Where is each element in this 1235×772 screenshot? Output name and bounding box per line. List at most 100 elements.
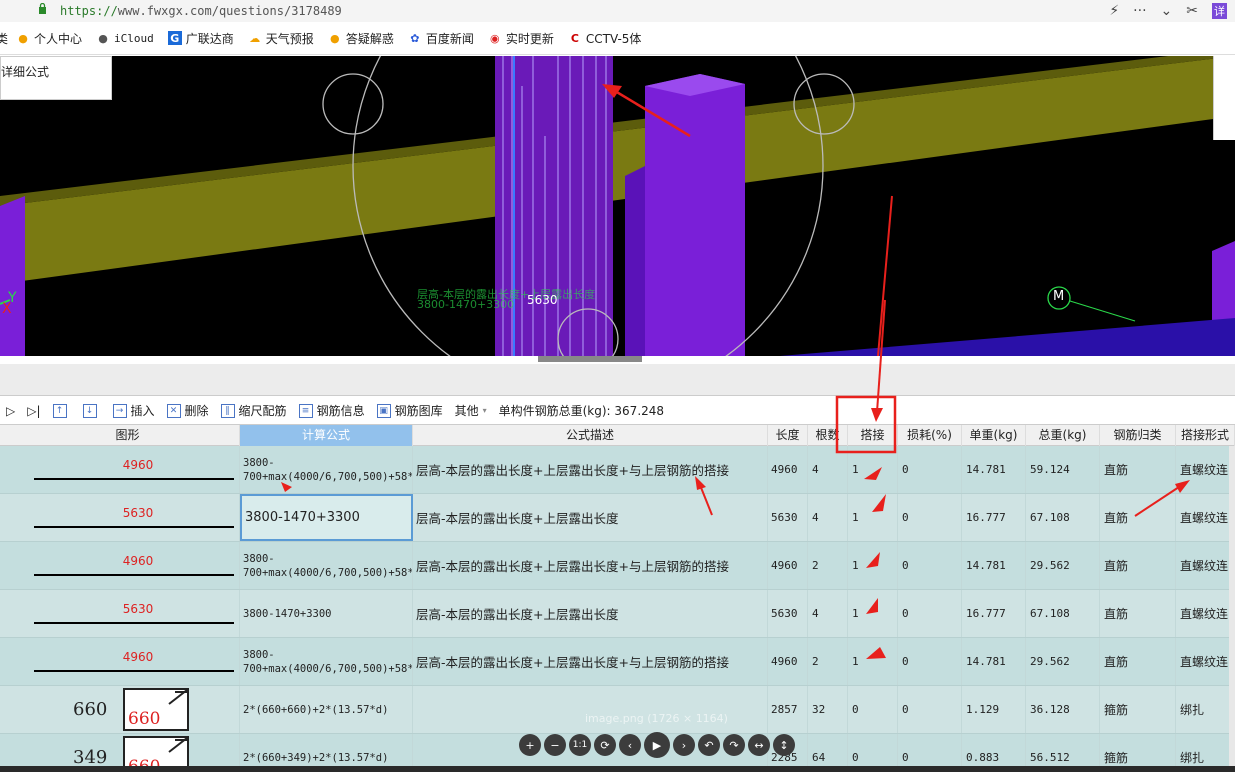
delete-button[interactable]: ✕ 删除: [166, 402, 209, 419]
detail-icon[interactable]: 详: [1212, 3, 1227, 19]
rotate-right-button[interactable]: ↷: [723, 734, 745, 756]
formula-cell[interactable]: 2*(660+660)+2*(13.57*d): [240, 686, 413, 733]
next-record-button[interactable]: ▷: [6, 404, 15, 418]
count-cell[interactable]: 4: [808, 446, 848, 493]
col-count[interactable]: 根数: [808, 425, 848, 446]
bookmark-item[interactable]: ☁ 天气预报: [248, 30, 314, 47]
formula-cell[interactable]: 3800-700+max(4000/6,700,500)+58*20: [240, 446, 413, 493]
scale-rebar-button[interactable]: ‖ 缩尺配筋: [220, 402, 287, 419]
lap-type-cell[interactable]: 直螺纹连: [1176, 446, 1235, 493]
zoom-out-button[interactable]: −: [544, 734, 566, 756]
lap-cell[interactable]: 1: [848, 590, 898, 637]
next-button[interactable]: ›: [673, 734, 695, 756]
shape-cell[interactable]: 4960: [16, 542, 240, 589]
bookmark-item[interactable]: G 广联达商: [167, 30, 234, 47]
loss-cell[interactable]: 0: [898, 590, 962, 637]
category-cell[interactable]: 直筋: [1100, 590, 1176, 637]
more-icon[interactable]: ···: [1133, 3, 1146, 19]
col-length[interactable]: 长度: [768, 425, 808, 446]
formula-cell[interactable]: 3800-1470+3300: [240, 590, 413, 637]
desc-cell[interactable]: 层高-本层的露出长度+上层露出长度+与上层钢筋的搭接: [413, 542, 768, 589]
formula-detail-panel[interactable]: 详细公式: [0, 56, 112, 100]
bookmark-item[interactable]: ● 答疑解惑: [328, 30, 394, 47]
table-row[interactable]: 4960 3800-700+max(4000/6,700,500)+58*20 …: [0, 446, 1235, 494]
bookmark-item[interactable]: ◉ 实时更新: [488, 30, 554, 47]
col-unit-weight[interactable]: 单重(kg): [962, 425, 1026, 446]
formula-cell[interactable]: 3800-700+max(4000/6,700,500)+58*20: [240, 638, 413, 685]
length-cell[interactable]: 2857: [768, 686, 808, 733]
total-weight-cell[interactable]: 67.108: [1026, 590, 1100, 637]
side-tool-panel[interactable]: [1213, 56, 1235, 140]
desc-cell[interactable]: 层高-本层的露出长度+上层露出长度: [413, 590, 768, 637]
unit-weight-cell[interactable]: 14.781: [962, 446, 1026, 493]
table-row[interactable]: 660 660 2*(660+660)+2*(13.57*d) 2857 32 …: [0, 686, 1235, 734]
bookmark-prefix[interactable]: 类: [0, 30, 8, 47]
vertical-scrollbar[interactable]: [1229, 446, 1235, 772]
lap-type-cell[interactable]: 直螺纹连: [1176, 638, 1235, 685]
loss-cell[interactable]: 0: [898, 686, 962, 733]
shape-cell[interactable]: 5630: [16, 494, 240, 541]
lap-cell[interactable]: 1: [848, 446, 898, 493]
flip-vertical-button[interactable]: ↕: [773, 734, 795, 756]
flip-horizontal-button[interactable]: ↔: [748, 734, 770, 756]
shape-cell[interactable]: 5630: [16, 590, 240, 637]
total-weight-cell[interactable]: 36.128: [1026, 686, 1100, 733]
table-row[interactable]: 5630 3800-1470+3300 层高-本层的露出长度+上层露出长度 56…: [0, 494, 1235, 542]
col-shape[interactable]: 图形: [16, 425, 240, 446]
desc-cell[interactable]: [413, 686, 768, 733]
zoom-in-button[interactable]: +: [519, 734, 541, 756]
shape-cell[interactable]: 660 660: [16, 686, 240, 733]
total-weight-cell[interactable]: 29.562: [1026, 638, 1100, 685]
rebar-library-button[interactable]: ▣ 钢筋图库: [376, 402, 443, 419]
count-cell[interactable]: 32: [808, 686, 848, 733]
other-dropdown[interactable]: 其他 ▾: [455, 402, 487, 419]
col-formula[interactable]: 计算公式: [240, 425, 413, 446]
lap-cell[interactable]: 1: [848, 638, 898, 685]
previous-button[interactable]: ‹: [619, 734, 641, 756]
desc-cell[interactable]: 层高-本层的露出长度+上层露出长度+与上层钢筋的搭接: [413, 446, 768, 493]
bookmark-item[interactable]: ● iCloud: [96, 31, 154, 45]
unit-weight-cell[interactable]: 14.781: [962, 638, 1026, 685]
total-weight-cell[interactable]: 29.562: [1026, 542, 1100, 589]
move-up-button[interactable]: ↑: [52, 403, 71, 418]
lap-cell[interactable]: 1: [848, 494, 898, 541]
count-cell[interactable]: 2: [808, 638, 848, 685]
category-cell[interactable]: 直筋: [1100, 446, 1176, 493]
reset-button[interactable]: ⟳: [594, 734, 616, 756]
lap-type-cell[interactable]: 绑扎: [1176, 686, 1235, 733]
count-cell[interactable]: 2: [808, 542, 848, 589]
rebar-info-button[interactable]: ≡ 钢筋信息: [298, 402, 365, 419]
count-cell[interactable]: 4: [808, 590, 848, 637]
length-cell[interactable]: 5630: [768, 494, 808, 541]
table-row[interactable]: 4960 3800-700+max(4000/6,700,500)+58*20 …: [0, 542, 1235, 590]
category-cell[interactable]: 箍筋: [1100, 686, 1176, 733]
splitter-bar[interactable]: [0, 364, 1235, 396]
unit-weight-cell[interactable]: 16.777: [962, 494, 1026, 541]
bookmark-item[interactable]: ✿ 百度新闻: [408, 30, 474, 47]
last-record-button[interactable]: ▷|: [27, 404, 40, 418]
col-total-weight[interactable]: 总重(kg): [1026, 425, 1100, 446]
table-row[interactable]: 5630 3800-1470+3300 层高-本层的露出长度+上层露出长度 56…: [0, 590, 1235, 638]
count-cell[interactable]: 4: [808, 494, 848, 541]
desc-cell[interactable]: 层高-本层的露出长度+上层露出长度+与上层钢筋的搭接: [413, 638, 768, 685]
scroll-thumb[interactable]: [538, 356, 642, 362]
lap-type-cell[interactable]: 直螺纹连: [1176, 590, 1235, 637]
url-text[interactable]: https://www.fwxgx.com/questions/3178489: [60, 4, 342, 18]
lap-cell[interactable]: 0: [848, 686, 898, 733]
category-cell[interactable]: 直筋: [1100, 542, 1176, 589]
unit-weight-cell[interactable]: 16.777: [962, 590, 1026, 637]
bookmark-item[interactable]: C CCTV-5体: [568, 30, 642, 47]
address-bar[interactable]: https://www.fwxgx.com/questions/3178489 …: [0, 0, 1235, 22]
rotate-left-button[interactable]: ↶: [698, 734, 720, 756]
play-button[interactable]: ▶: [644, 732, 670, 758]
bookmark-item[interactable]: ● 个人中心: [16, 30, 82, 47]
insert-button[interactable]: → 插入: [112, 402, 155, 419]
table-row[interactable]: 4960 3800-700+max(4000/6,700,500)+58*20 …: [0, 638, 1235, 686]
actual-size-button[interactable]: 1:1: [569, 734, 591, 756]
lap-type-cell[interactable]: 直螺纹连: [1176, 542, 1235, 589]
loss-cell[interactable]: 0: [898, 638, 962, 685]
category-cell[interactable]: 直筋: [1100, 494, 1176, 541]
unit-weight-cell[interactable]: 1.129: [962, 686, 1026, 733]
desc-cell[interactable]: 层高-本层的露出长度+上层露出长度: [413, 494, 768, 541]
chevron-down-icon[interactable]: ⌄: [1161, 3, 1173, 19]
